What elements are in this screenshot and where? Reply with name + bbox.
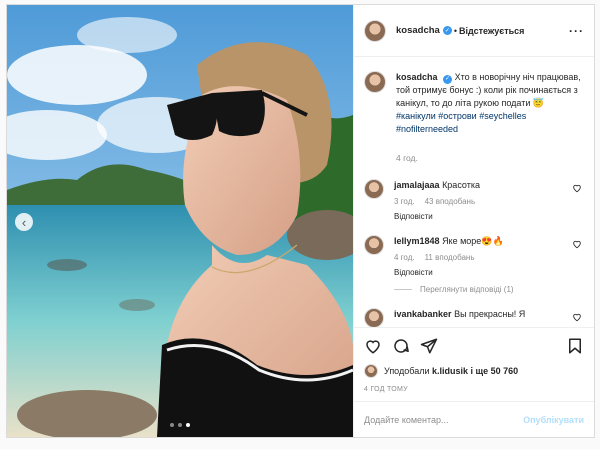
liked-by-count[interactable]: і ще 50 760 <box>471 366 519 376</box>
reply-button[interactable]: Відповісти <box>394 212 433 221</box>
divider <box>394 289 412 290</box>
carousel-dots <box>170 423 190 427</box>
more-icon[interactable]: ··· <box>569 24 584 38</box>
post-time-ago[interactable]: 4 ГОД ТОМУ <box>364 386 584 393</box>
comment-text: Вы прекрасны! Я <box>454 309 526 319</box>
comment-item: jamalajaaa Красотка 3 год. 43 вподобань … <box>364 179 584 221</box>
view-replies-button[interactable]: Переглянути відповіді (1) <box>394 285 584 294</box>
liked-by-prefix: Уподобали <box>384 366 430 376</box>
verified-icon: ✓ <box>442 26 452 35</box>
caption-hashtags[interactable]: #канікули #острови #seychelles #nofilter… <box>396 111 526 134</box>
author-username[interactable]: kosadcha <box>396 25 440 36</box>
beach-selfie-image <box>7 5 353 437</box>
post-actions: Уподобали k.lidusik і ще 50 760 4 ГОД ТО… <box>354 327 594 401</box>
verified-icon: ✓ <box>443 75 453 84</box>
carousel-dot <box>178 423 182 427</box>
avatar[interactable] <box>364 235 384 255</box>
comment-likes[interactable]: 43 вподобань <box>425 197 476 206</box>
share-icon[interactable] <box>420 337 438 355</box>
view-replies-label[interactable]: Переглянути відповіді (1) <box>420 285 514 294</box>
avatar[interactable] <box>364 179 384 199</box>
liked-by-user[interactable]: k.lidusik <box>432 366 468 376</box>
avatar[interactable] <box>364 19 386 42</box>
avatar[interactable] <box>364 71 386 93</box>
heart-icon[interactable] <box>364 337 382 355</box>
caption-username[interactable]: kosadcha <box>396 72 438 82</box>
comment-item: lellym1848 Яке море😍🔥 4 год. 11 вподобан… <box>364 235 584 277</box>
post-header: kosadcha ✓ • Відстежується ··· <box>354 5 594 57</box>
avatar[interactable] <box>364 364 378 378</box>
bookmark-icon[interactable] <box>566 337 584 355</box>
following-button[interactable]: Відстежується <box>459 26 524 36</box>
comment-username[interactable]: jamalajaaa <box>394 180 440 190</box>
comment-time[interactable]: 3 год. <box>394 197 415 206</box>
comment-time[interactable]: 4 год. <box>394 253 415 262</box>
carousel-dot-active <box>186 423 190 427</box>
heart-icon[interactable] <box>572 239 582 249</box>
caption-time[interactable]: 4 год. <box>396 152 584 165</box>
comment-likes[interactable]: 11 вподобань <box>425 253 475 262</box>
publish-button[interactable]: Опублікувати <box>523 415 584 425</box>
comment-username[interactable]: lellym1848 <box>394 236 440 246</box>
caption: kosadcha ✓ Хто в новорічну ніч працював,… <box>364 71 584 165</box>
comment-item: ivankabanker Вы прекрасны! Я <box>364 308 584 327</box>
comment-input[interactable] <box>364 414 524 425</box>
post-photo[interactable]: ‹ <box>7 5 353 437</box>
heart-icon[interactable] <box>572 312 582 322</box>
chevron-left-icon[interactable]: ‹ <box>15 213 33 231</box>
comments-list[interactable]: kosadcha ✓ Хто в новорічну ніч працював,… <box>354 57 594 327</box>
post-card: ‹ kosadcha ✓ • Відстежується ··· kosadch… <box>6 4 595 438</box>
reply-button[interactable]: Відповісти <box>394 268 433 277</box>
comment-icon[interactable] <box>392 337 410 355</box>
comment-text: Яке море😍🔥 <box>442 236 504 246</box>
avatar[interactable] <box>364 308 384 327</box>
liked-by: Уподобали k.lidusik і ще 50 760 <box>364 364 584 378</box>
comment-username[interactable]: ivankabanker <box>394 309 452 319</box>
separator-dot: • <box>453 25 457 36</box>
carousel-dot <box>170 423 174 427</box>
add-comment-bar: Опублікувати <box>354 401 594 437</box>
post-details-panel: kosadcha ✓ • Відстежується ··· kosadcha … <box>353 5 594 437</box>
comment-text: Красотка <box>442 180 480 190</box>
heart-icon[interactable] <box>572 183 582 193</box>
